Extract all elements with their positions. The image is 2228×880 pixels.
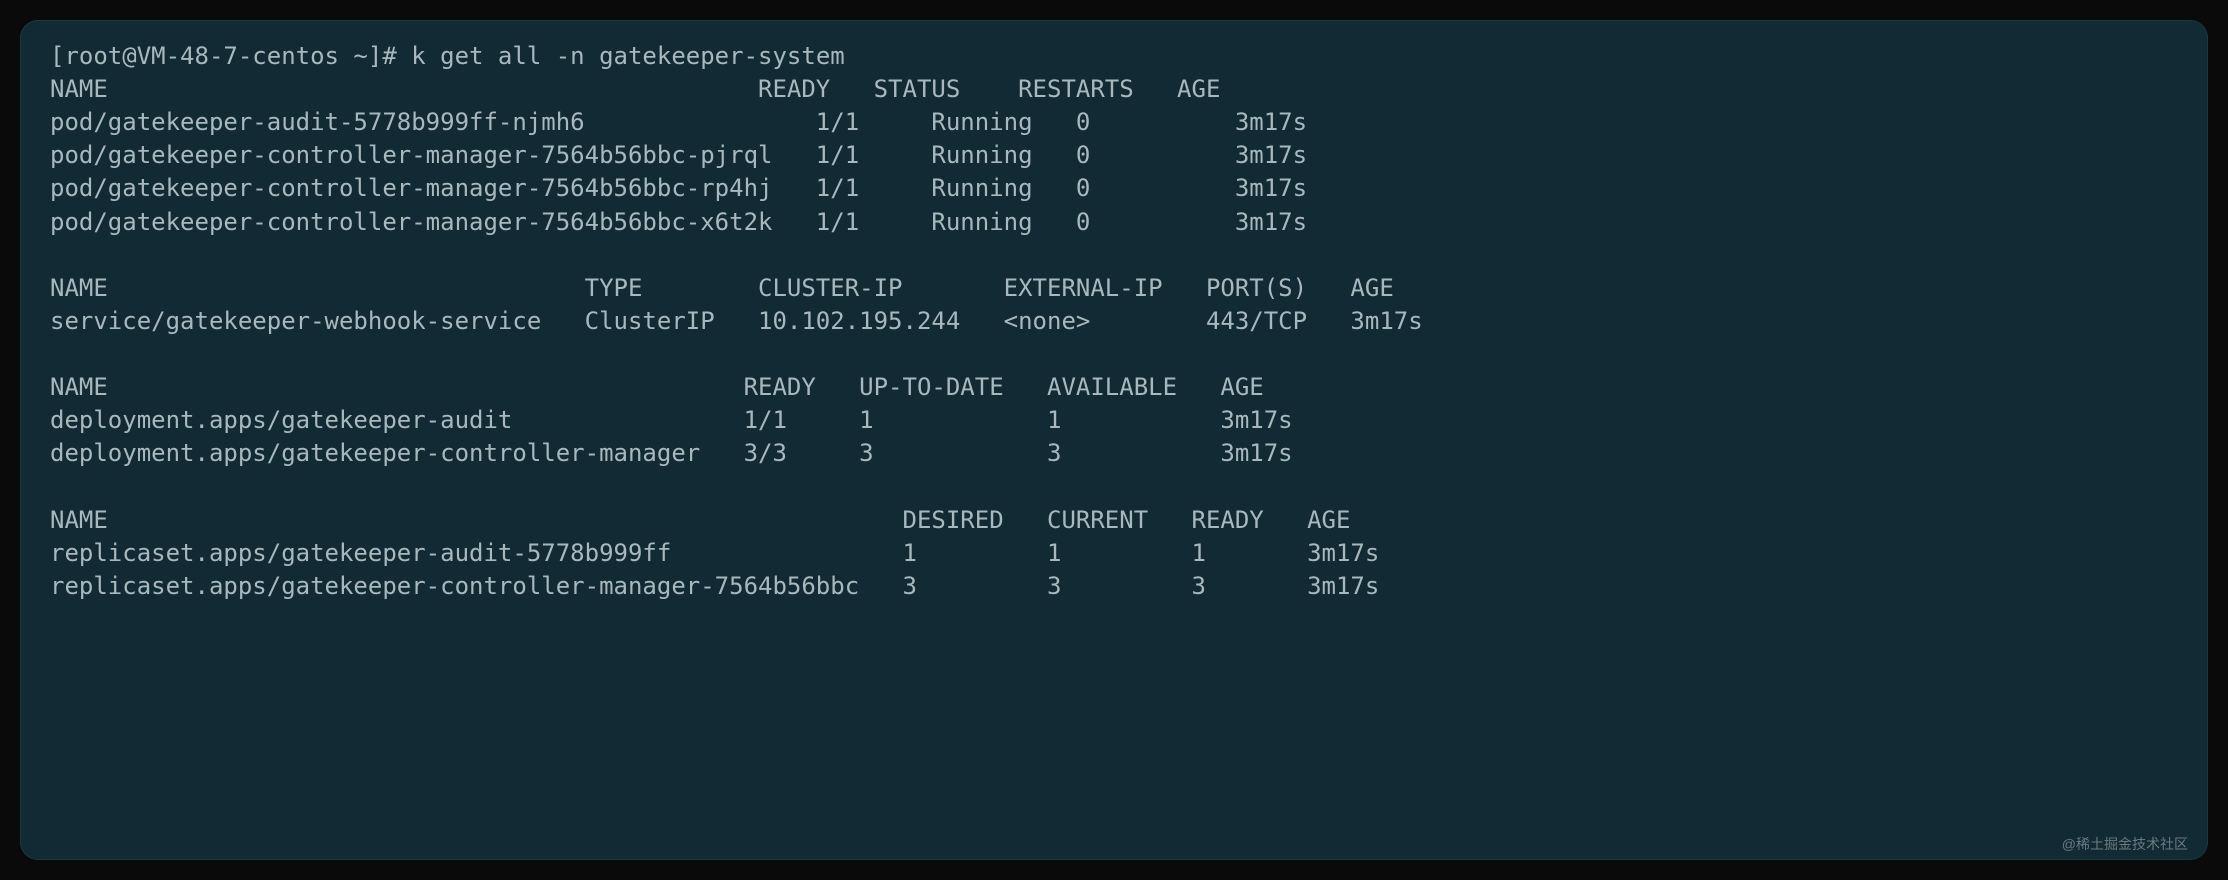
table-row: replicaset.apps/gatekeeper-controller-ma… bbox=[50, 570, 2178, 603]
table-row: deployment.apps/gatekeeper-audit 1/1 1 1… bbox=[50, 404, 2178, 437]
replicasets-header: NAME DESIRED CURRENT READY AGE bbox=[50, 504, 2178, 537]
table-row: pod/gatekeeper-controller-manager-7564b5… bbox=[50, 206, 2178, 239]
command-text: k get all -n gatekeeper-system bbox=[411, 42, 844, 70]
shell-prompt: [root@VM-48-7-centos ~]# bbox=[50, 42, 411, 70]
blank-line bbox=[50, 338, 2178, 371]
services-section: NAME TYPE CLUSTER-IP EXTERNAL-IP PORT(S)… bbox=[50, 272, 2178, 338]
command-line: [root@VM-48-7-centos ~]# k get all -n ga… bbox=[50, 40, 2178, 73]
table-row: pod/gatekeeper-controller-manager-7564b5… bbox=[50, 172, 2178, 205]
watermark: @稀土掘金技术社区 bbox=[2062, 835, 2188, 854]
terminal-window[interactable]: [root@VM-48-7-centos ~]# k get all -n ga… bbox=[20, 20, 2208, 860]
blank-line bbox=[50, 239, 2178, 272]
pods-section: NAME READY STATUS RESTARTS AGE pod/gatek… bbox=[50, 73, 2178, 239]
pods-header: NAME READY STATUS RESTARTS AGE bbox=[50, 73, 2178, 106]
deployments-header: NAME READY UP-TO-DATE AVAILABLE AGE bbox=[50, 371, 2178, 404]
services-header: NAME TYPE CLUSTER-IP EXTERNAL-IP PORT(S)… bbox=[50, 272, 2178, 305]
blank-line bbox=[50, 470, 2178, 503]
table-row: service/gatekeeper-webhook-service Clust… bbox=[50, 305, 2178, 338]
table-row: pod/gatekeeper-audit-5778b999ff-njmh6 1/… bbox=[50, 106, 2178, 139]
table-row: replicaset.apps/gatekeeper-audit-5778b99… bbox=[50, 537, 2178, 570]
deployments-section: NAME READY UP-TO-DATE AVAILABLE AGE depl… bbox=[50, 371, 2178, 470]
table-row: deployment.apps/gatekeeper-controller-ma… bbox=[50, 437, 2178, 470]
replicasets-section: NAME DESIRED CURRENT READY AGE replicase… bbox=[50, 504, 2178, 603]
table-row: pod/gatekeeper-controller-manager-7564b5… bbox=[50, 139, 2178, 172]
